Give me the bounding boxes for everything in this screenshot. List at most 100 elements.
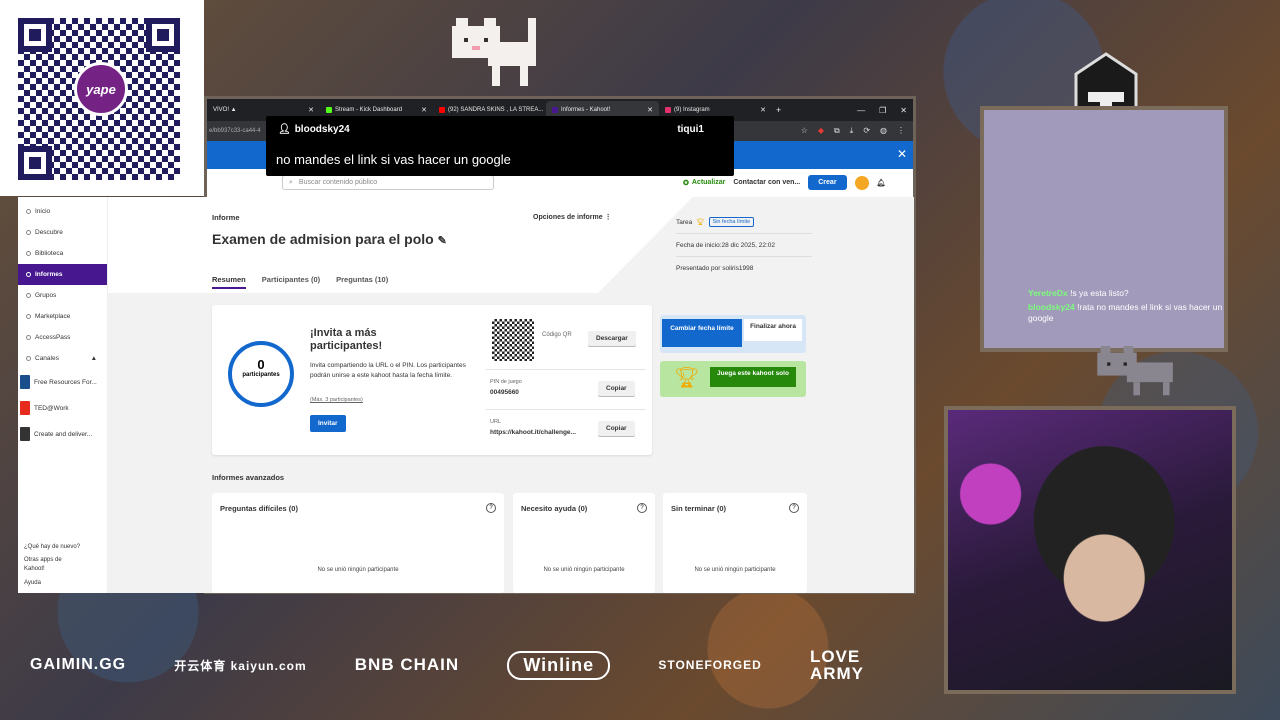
instagram-icon xyxy=(665,107,671,113)
sponsor-logo: Winline xyxy=(507,650,611,680)
tab-participantes[interactable]: Participantes (0) xyxy=(262,275,320,289)
maximize-icon[interactable]: ❐ xyxy=(879,106,886,115)
sidebar-item-inicio[interactable]: Inicio xyxy=(18,201,107,222)
url-label: URL xyxy=(490,419,502,425)
report-label: Informe xyxy=(212,213,240,222)
compass-icon xyxy=(26,230,31,235)
game-qr-code xyxy=(490,317,536,363)
start-date: Fecha de inicio:28 dic 2025, 22:02 xyxy=(676,234,812,257)
download-button[interactable]: Descargar xyxy=(588,331,636,346)
close-banner-icon[interactable]: ✕ xyxy=(897,147,907,161)
participant-count: 0 xyxy=(257,357,265,372)
pass-icon xyxy=(26,335,31,340)
kick-icon xyxy=(326,107,332,113)
webcam-feed xyxy=(944,406,1236,694)
tab-preguntas[interactable]: Preguntas (10) xyxy=(336,275,388,289)
sync-icon[interactable]: ⟳ xyxy=(863,126,870,136)
menu-icon[interactable]: ⋮ xyxy=(897,126,905,136)
sidebar-course[interactable]: TED@Work xyxy=(18,395,107,421)
copy-pin-button[interactable]: Copiar xyxy=(598,381,635,396)
contact-sales-link[interactable]: Contactar con ven... xyxy=(733,179,800,186)
library-icon xyxy=(26,251,31,256)
new-tab-icon[interactable]: + xyxy=(772,105,781,115)
report-card-need-help: Necesito ayuda (0) ? No se unió ningún p… xyxy=(513,493,655,593)
sidebar-item-informes[interactable]: Informes xyxy=(18,264,107,285)
report-tabs: Resumen Participantes (0) Preguntas (10) xyxy=(212,275,388,289)
trophy-icon: 🏆︎ xyxy=(674,367,700,389)
sidebar-item-marketplace[interactable]: Marketplace xyxy=(18,306,107,327)
star-icon: ✪ xyxy=(683,179,689,187)
sponsor-bar: GAIMIN.GG 开云体育 kaiyun.com BNB CHAIN Winl… xyxy=(30,648,890,682)
bookmark-star-icon[interactable]: ☆ xyxy=(801,126,808,136)
pixel-cat-sprite xyxy=(452,18,536,86)
sidebar-item-grupos[interactable]: Grupos xyxy=(18,285,107,306)
invite-button[interactable]: Invitar xyxy=(310,415,346,432)
trophy-icon: 🏆︎ xyxy=(696,219,705,226)
help-icon[interactable]: ? xyxy=(789,503,799,513)
chat-message: YeretreDx !s ya esta listo? xyxy=(1028,288,1129,298)
profile-icon[interactable]: ◍ xyxy=(880,126,887,136)
participants-label: participantes xyxy=(242,372,280,378)
finish-now-button[interactable]: Finalizar ahora xyxy=(744,319,802,341)
report-card-unfinished: Sin terminar (0) ? No se unió ningún par… xyxy=(663,493,807,593)
groups-icon xyxy=(26,293,31,298)
help-link[interactable]: Ayuda xyxy=(18,577,88,589)
play-solo-button[interactable]: Juega este kahoot solo xyxy=(710,367,796,387)
user-icon: 👤︎ xyxy=(278,124,291,135)
close-icon[interactable]: ✕ xyxy=(421,106,427,114)
download-icon[interactable]: ⤓ xyxy=(850,126,854,136)
sidebar-item-accesspass[interactable]: AccessPass xyxy=(18,327,107,348)
pencil-icon[interactable]: ✎ xyxy=(438,235,447,247)
presented-by: Presentado por soliris1998 xyxy=(676,265,754,272)
empty-state: No se unió ningún participante xyxy=(694,567,776,573)
whats-new-link[interactable]: ¿Qué hay de nuevo? xyxy=(18,541,88,553)
create-button[interactable]: Crear xyxy=(808,175,847,190)
alert-message: no mandes el link si vas hacer un google xyxy=(276,152,511,167)
close-icon[interactable]: ✕ xyxy=(760,106,766,114)
close-icon[interactable]: ✕ xyxy=(308,106,314,114)
alert-username: bloodsky24 xyxy=(294,124,350,135)
tab-resumen[interactable]: Resumen xyxy=(212,275,246,289)
report-main: Informe Examen de admision para el polo … xyxy=(108,197,914,593)
task-label: Tarea xyxy=(676,218,693,226)
sponsor-logo: STONEFORGED xyxy=(658,658,762,672)
bell-icon[interactable]: 🔔︎ xyxy=(877,179,886,187)
invite-title: ¡Invita a más participantes! xyxy=(310,327,383,352)
sidebar-item-biblioteca[interactable]: Biblioteca xyxy=(18,243,107,264)
extension-icon[interactable]: ◆ xyxy=(818,126,824,136)
upgrade-link[interactable]: ✪ Actualizar xyxy=(683,179,725,187)
other-apps-link[interactable]: Otras apps de Kahoot! xyxy=(18,553,88,577)
search-input[interactable]: ⌕ Buscar contenido público xyxy=(282,175,494,190)
copy-url-button[interactable]: Copiar xyxy=(598,421,635,436)
minimize-icon[interactable]: — xyxy=(857,106,865,115)
invite-text: Invita compartiendo la URL o el PIN. Los… xyxy=(310,362,466,379)
sidebar-item-descubre[interactable]: Descubre xyxy=(18,222,107,243)
report-card-difficult: Preguntas difíciles (0) ? No se unió nin… xyxy=(212,493,504,593)
course-thumbnail xyxy=(20,375,30,389)
sidebar-course[interactable]: Create and deliver... xyxy=(18,421,107,447)
kahoot-sidebar: Inicio Descubre Biblioteca Informes Grup… xyxy=(18,197,108,593)
alert-target: tiqui1 xyxy=(677,124,704,135)
sidebar-course[interactable]: Free Resources For... xyxy=(18,369,107,395)
sidebar-item-canales[interactable]: Canales ▲ xyxy=(18,348,107,369)
help-icon[interactable]: ? xyxy=(637,503,647,513)
pin-value: 00495660 xyxy=(490,389,519,396)
report-meta: Tarea 🏆︎ Sin fecha límite Fecha de inicio:… xyxy=(676,211,812,280)
action-cards: Cambiar fecha límite Finalizar ahora 🏆︎ … xyxy=(660,315,806,397)
empty-state: No se unió ningún participante xyxy=(317,567,399,573)
kahoot-icon xyxy=(552,107,558,113)
sponsor-logo: BNB CHAIN xyxy=(354,655,460,674)
avatar[interactable] xyxy=(854,175,869,190)
no-limit-badge: Sin fecha límite xyxy=(708,217,755,227)
invite-card: 0 participantes ¡Invita a más participan… xyxy=(212,305,652,455)
change-deadline-button[interactable]: Cambiar fecha límite xyxy=(662,319,742,347)
max-participants: (Máx. 3 participantes) xyxy=(310,397,363,403)
report-options-button[interactable]: Opciones de informe ⋮ xyxy=(533,213,612,221)
close-window-icon[interactable]: ✕ xyxy=(900,106,907,115)
close-icon[interactable]: ✕ xyxy=(647,106,653,114)
puzzle-icon[interactable]: ⧉ xyxy=(834,126,840,136)
yape-qr-panel: yape xyxy=(0,0,204,196)
marketplace-icon xyxy=(26,314,31,319)
help-icon[interactable]: ? xyxy=(486,503,496,513)
reports-icon xyxy=(26,272,31,277)
